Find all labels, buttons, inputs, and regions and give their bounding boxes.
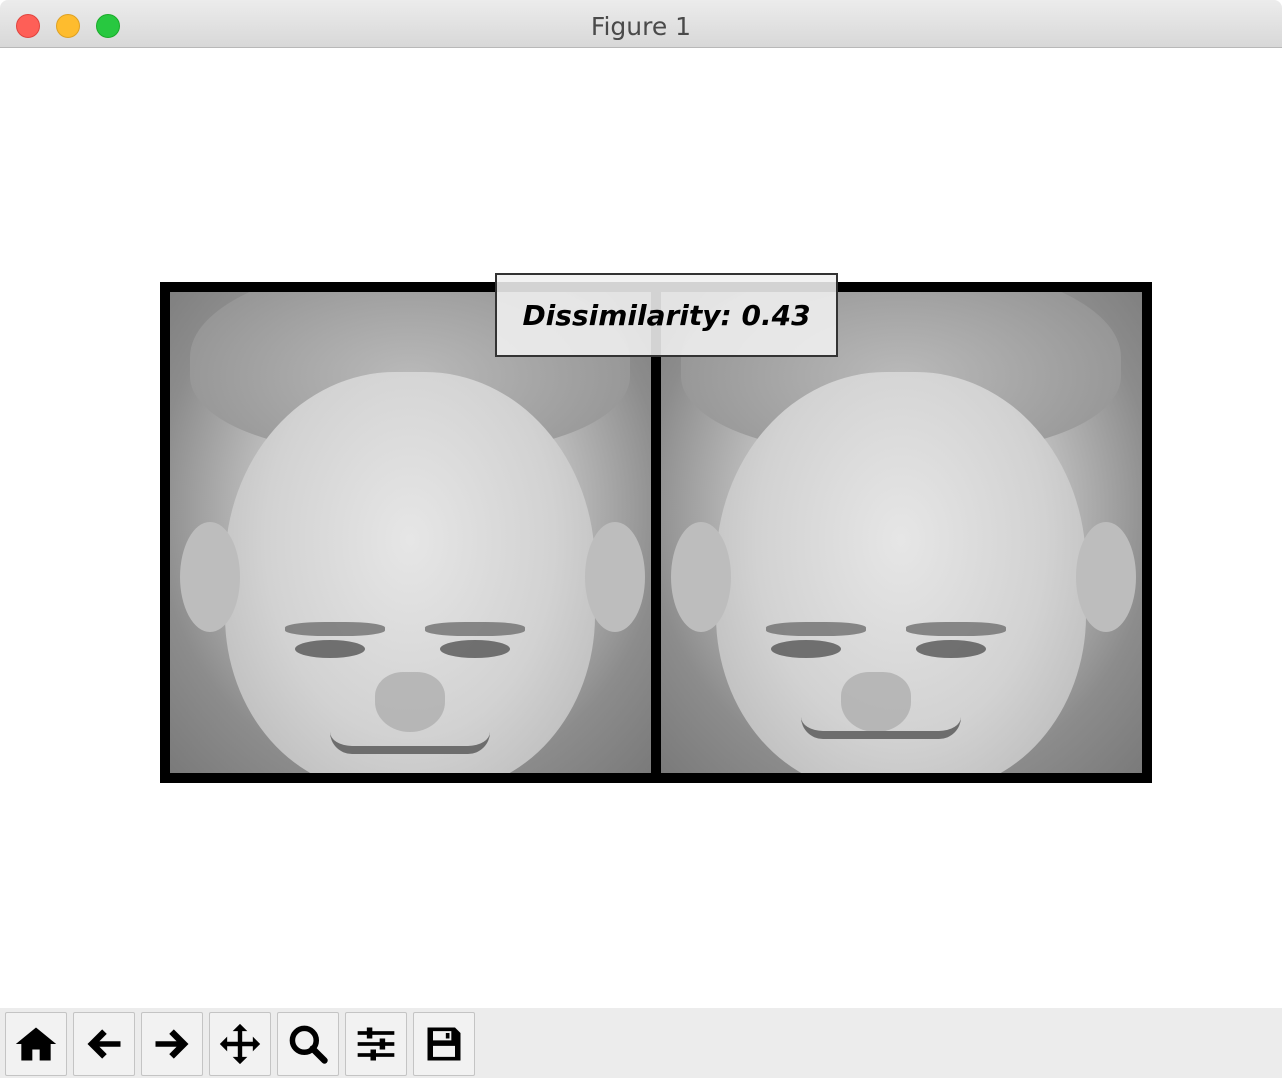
pan-icon [219, 1023, 261, 1065]
face-image-left [170, 292, 651, 773]
figure-window: Figure 1 Dissimilarity: 0.43 [0, 0, 1282, 1078]
window-title: Figure 1 [590, 12, 692, 41]
zoom-button[interactable] [277, 1012, 339, 1076]
configure-subplots-icon [357, 1027, 395, 1061]
home-button[interactable] [5, 1012, 67, 1076]
save-icon [427, 1027, 461, 1061]
zoom-icon [289, 1025, 328, 1064]
dissimilarity-label: Dissimilarity: 0.43 [495, 273, 838, 357]
configure-subplots-button[interactable] [345, 1012, 407, 1076]
image-pair-frame [160, 282, 1152, 783]
save-button[interactable] [413, 1012, 475, 1076]
navigation-toolbar [0, 1008, 1282, 1078]
pan-button[interactable] [209, 1012, 271, 1076]
back-button[interactable] [73, 1012, 135, 1076]
face-image-right [661, 292, 1142, 773]
forward-button[interactable] [141, 1012, 203, 1076]
figure-canvas[interactable]: Dissimilarity: 0.43 [0, 48, 1282, 1008]
title-bar[interactable]: Figure 1 [0, 0, 1282, 48]
home-icon [15, 1027, 57, 1061]
back-arrow-icon [87, 1029, 121, 1059]
forward-arrow-icon [155, 1029, 189, 1059]
